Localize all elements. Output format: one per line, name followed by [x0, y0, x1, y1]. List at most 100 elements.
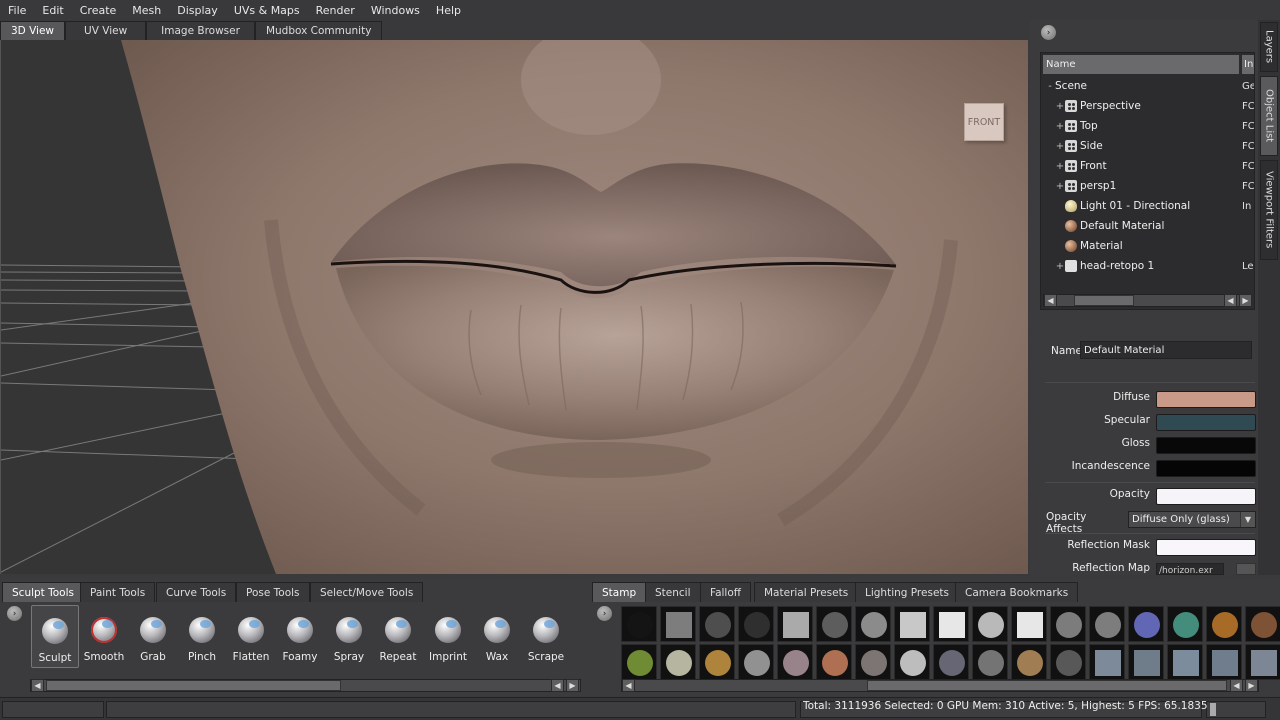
column-header-name[interactable]: Name	[1043, 55, 1239, 74]
reflection-map-browse-button[interactable]	[1236, 563, 1256, 575]
stamp-pink-circle[interactable]	[777, 644, 813, 680]
opacity-affects-dropdown[interactable]: Diffuse Only (glass) ▼	[1128, 511, 1256, 528]
stamp-gray-blob[interactable]	[1089, 606, 1125, 642]
tab-image-browser[interactable]: Image Browser	[146, 21, 255, 40]
menu-uvs-maps[interactable]: UVs & Maps	[226, 4, 308, 17]
stamp-white-blob[interactable]	[894, 644, 930, 680]
stamp-green-leaves[interactable]	[621, 644, 657, 680]
tab-material-presets[interactable]: Material Presets	[754, 582, 859, 602]
stamps-expand-button[interactable]: ›	[597, 606, 612, 621]
reflection-mask-swatch[interactable]	[1156, 539, 1256, 556]
scroll-left-button[interactable]: ◀	[31, 679, 44, 692]
stamp-speckle-square[interactable]	[894, 606, 930, 642]
tree-row-side[interactable]: + Side FC	[1041, 136, 1254, 156]
scroll-thumb[interactable]	[1074, 295, 1134, 306]
tree-row-persp1[interactable]: + persp1 FC	[1041, 176, 1254, 196]
stamp-dark-sparkle[interactable]	[1050, 644, 1086, 680]
stamp-stripes[interactable]	[777, 606, 813, 642]
stamp-yellow-bumps[interactable]	[699, 644, 735, 680]
stamp-bricks[interactable]	[972, 606, 1008, 642]
tab-sculpt-tools[interactable]: Sculpt Tools	[2, 582, 84, 602]
expand-icon[interactable]: +	[1055, 161, 1065, 172]
expand-icon[interactable]: +	[1055, 141, 1065, 152]
diffuse-color-swatch[interactable]	[1156, 391, 1256, 408]
side-tab-viewport-filters[interactable]: Viewport Filters	[1260, 160, 1278, 260]
tab-uv-view[interactable]: UV View	[65, 21, 147, 40]
tree-row-light[interactable]: Light 01 - Directional In	[1041, 196, 1254, 216]
object-list-hscroll[interactable]: ◀ ◀ ▶	[1043, 294, 1252, 307]
scroll-thumb[interactable]	[46, 680, 341, 691]
expand-icon[interactable]: +	[1055, 181, 1065, 192]
stamp-orange-blob[interactable]	[816, 644, 852, 680]
stamp-parentheses[interactable]	[1050, 606, 1086, 642]
stamp-noise[interactable]	[621, 606, 657, 642]
tab-select-move-tools[interactable]: Select/Move Tools	[310, 582, 424, 602]
tab-camera-bookmarks[interactable]: Camera Bookmarks	[955, 582, 1079, 602]
tool-flatten[interactable]: Flatten	[227, 605, 275, 668]
scroll-left-button-2[interactable]: ◀	[1224, 294, 1237, 307]
tab-paint-tools[interactable]: Paint Tools	[80, 582, 156, 602]
reflection-map-field[interactable]: /horizon.exr	[1156, 563, 1224, 575]
stamp-splatter[interactable]	[816, 606, 852, 642]
stamp-white-bush[interactable]	[660, 644, 696, 680]
tree-row-front[interactable]: + Front FC	[1041, 156, 1254, 176]
tools-expand-button[interactable]: ›	[7, 606, 22, 621]
menu-edit[interactable]: Edit	[34, 4, 71, 17]
tree-row-scene[interactable]: - Scene Ge	[1041, 76, 1254, 96]
incandescence-color-swatch[interactable]	[1156, 460, 1256, 477]
stamp-orange-circle[interactable]	[1206, 606, 1242, 642]
stamp-blue-gray-4[interactable]	[1206, 644, 1242, 680]
stamps-hscroll[interactable]: ◀ ◀ ▶	[621, 679, 1259, 692]
menu-mesh[interactable]: Mesh	[124, 4, 169, 17]
stamp-cracks[interactable]	[699, 606, 735, 642]
stamp-dots-circle[interactable]	[738, 606, 774, 642]
stamp-blue-spheres[interactable]	[1128, 606, 1164, 642]
stamp-gradient-dome[interactable]	[855, 606, 891, 642]
opacity-color-swatch[interactable]	[1156, 488, 1256, 505]
tab-stamp[interactable]: Stamp	[592, 582, 647, 602]
stamp-gray-cloud[interactable]	[972, 644, 1008, 680]
scroll-left-button-2[interactable]: ◀	[1230, 679, 1243, 692]
scroll-right-button[interactable]: ▶	[1245, 679, 1258, 692]
stamp-blue-gray-panel[interactable]	[1089, 644, 1125, 680]
3d-viewport[interactable]: FRONT	[0, 40, 1028, 574]
view-cube[interactable]: FRONT	[964, 103, 1004, 141]
tab-stencil[interactable]: Stencil	[645, 582, 701, 602]
collapse-icon[interactable]: -	[1045, 81, 1055, 92]
side-tab-layers[interactable]: Layers	[1260, 22, 1278, 72]
stamp-blue-gray-5[interactable]	[1245, 644, 1280, 680]
column-header-info[interactable]: In	[1242, 55, 1254, 74]
stamp-vertical-streaks[interactable]	[660, 606, 696, 642]
menu-windows[interactable]: Windows	[363, 4, 428, 17]
stamp-blue-gray-3[interactable]	[1167, 644, 1203, 680]
stamp-tan-cloud[interactable]	[1011, 644, 1047, 680]
stamp-white-square[interactable]	[933, 606, 969, 642]
tab-3d-view[interactable]: 3D View	[0, 21, 66, 40]
stamp-teal-circle[interactable]	[1167, 606, 1203, 642]
stamp-gray-circle[interactable]	[738, 644, 774, 680]
tool-grab[interactable]: Grab	[129, 605, 177, 668]
tool-spray[interactable]: Spray	[325, 605, 373, 668]
tool-repeat[interactable]: Repeat	[374, 605, 422, 668]
tab-mudbox-community[interactable]: Mudbox Community	[254, 21, 383, 40]
panel-expand-button[interactable]: ›	[1041, 25, 1056, 40]
scroll-thumb[interactable]	[867, 680, 1227, 691]
tree-row-default-material[interactable]: Default Material	[1041, 216, 1254, 236]
gloss-color-swatch[interactable]	[1156, 437, 1256, 454]
tool-wax[interactable]: Wax	[473, 605, 521, 668]
scroll-left-button[interactable]: ◀	[1044, 294, 1057, 307]
expand-icon[interactable]: +	[1055, 101, 1065, 112]
stamp-gray-blob-2[interactable]	[855, 644, 891, 680]
scroll-left-button-2[interactable]: ◀	[551, 679, 564, 692]
tool-pinch[interactable]: Pinch	[178, 605, 226, 668]
tab-falloff[interactable]: Falloff	[700, 582, 752, 602]
scroll-right-button[interactable]: ▶	[566, 679, 579, 692]
scroll-left-button[interactable]: ◀	[622, 679, 635, 692]
expand-icon[interactable]: +	[1055, 261, 1065, 272]
tree-row-head-retopo[interactable]: + head-retopo 1 Le	[1041, 256, 1254, 276]
tool-smooth[interactable]: Smooth	[80, 605, 128, 668]
tab-pose-tools[interactable]: Pose Tools	[236, 582, 310, 602]
menu-help[interactable]: Help	[428, 4, 469, 17]
expand-icon[interactable]: +	[1055, 121, 1065, 132]
menu-create[interactable]: Create	[72, 4, 125, 17]
